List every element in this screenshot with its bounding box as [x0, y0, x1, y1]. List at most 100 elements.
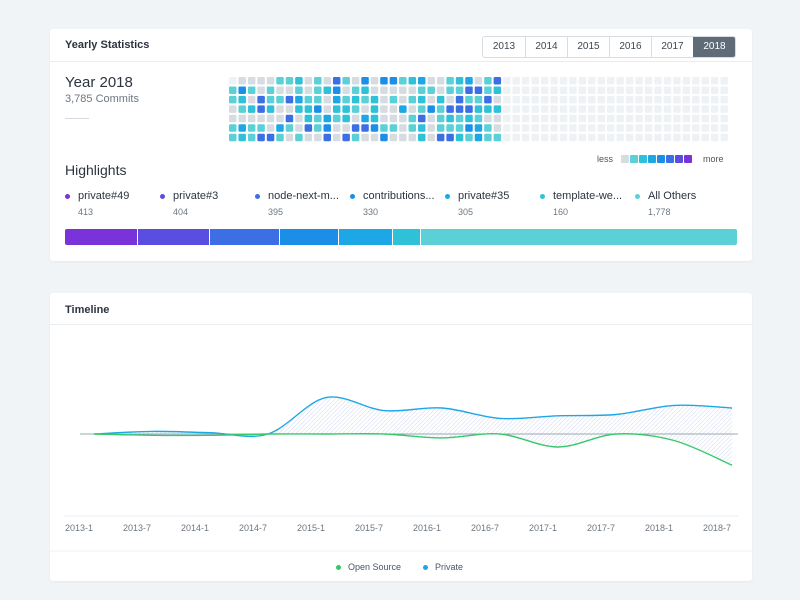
- heatmap-cell: [351, 114, 360, 123]
- series-area: [94, 396, 732, 466]
- heatmap-cell: [389, 105, 398, 113]
- heatmap-cell: [295, 77, 303, 85]
- repo-name: node-next-m...: [268, 190, 339, 202]
- heatmap-cell: [276, 124, 284, 132]
- heatmap-cell: [342, 86, 350, 94]
- heatmap-cell: [663, 105, 672, 113]
- heatmap-cell: [427, 105, 435, 113]
- heatmap-cell: [616, 133, 624, 142]
- heatmap-cell: [389, 133, 398, 142]
- heatmap-cell: [285, 86, 294, 94]
- heatmap-cell: [342, 133, 350, 142]
- heatmap-cell: [569, 105, 577, 113]
- highlights-title: Highlights: [65, 162, 127, 178]
- repo-color-dot: [540, 194, 545, 199]
- distribution-bar-segment: [392, 229, 422, 245]
- heatmap-cell: [361, 105, 369, 113]
- heatmap-cell: [673, 114, 681, 123]
- heatmap-cell: [276, 95, 284, 104]
- heatmap-cell: [446, 77, 454, 85]
- heatmap-cell: [304, 86, 313, 94]
- heatmap-cell: [229, 114, 237, 123]
- heatmap-cell: [351, 105, 360, 113]
- heatmap-cell: [484, 114, 492, 123]
- heatmap-cell: [720, 133, 728, 142]
- heatmap-cell: [701, 77, 709, 85]
- heatmap-cell: [484, 86, 492, 94]
- heatmap-cell: [540, 105, 549, 113]
- heatmap-cell: [540, 77, 549, 85]
- heatmap-cell: [370, 133, 379, 142]
- heatmap-cell: [521, 114, 530, 123]
- heatmap-cell: [644, 105, 653, 113]
- heatmap-cell: [635, 86, 643, 94]
- heatmap-cell: [285, 95, 294, 104]
- heatmap-cell: [521, 133, 530, 142]
- heatmap-cell: [616, 95, 624, 104]
- heatmap-cell: [418, 95, 426, 104]
- heatmap-cell: [710, 86, 719, 94]
- heatmap-cell: [314, 95, 322, 104]
- heatmap-cell: [625, 105, 634, 113]
- heatmap-cell: [503, 105, 511, 113]
- heatmap-cell: [408, 105, 417, 113]
- heatmap-cell: [512, 95, 520, 104]
- heatmap-cell: [654, 105, 662, 113]
- heatmap-cell: [247, 86, 256, 94]
- heatmap-cell: [436, 86, 445, 94]
- heatmap-cell: [276, 105, 284, 113]
- heatmap-cell: [474, 124, 483, 132]
- heatmap-cell: [285, 133, 294, 142]
- heatmap-cell: [540, 133, 549, 142]
- heatmap-cell: [323, 114, 331, 123]
- heatmap-cell: [342, 95, 350, 104]
- heatmap-cell: [229, 124, 237, 132]
- yearly-statistics-card: Yearly Statistics 2013 2014 2015 2016 20…: [50, 29, 752, 261]
- heatmap-cell: [493, 95, 502, 104]
- heatmap-cell: [644, 124, 653, 132]
- heatmap-cell: [569, 77, 577, 85]
- series-line-open-source: [93, 433, 733, 466]
- heatmap-cell: [229, 95, 237, 104]
- heatmap-cell: [578, 114, 587, 123]
- repo-name: contributions...: [363, 190, 435, 202]
- heatmap-cell: [597, 133, 606, 142]
- heatmap-cell: [644, 86, 653, 94]
- contribution-heatmap: [229, 77, 728, 142]
- heatmap-cell: [257, 95, 265, 104]
- heatmap-cell: [238, 114, 246, 123]
- heatmap-cell: [531, 86, 539, 94]
- heatmap-cell: [692, 133, 700, 142]
- heatmap-cell: [361, 86, 369, 94]
- heatmap-cell: [351, 95, 360, 104]
- heatmap-cell: [465, 77, 473, 85]
- heatmap-cell: [295, 95, 303, 104]
- heatmap-cell: [673, 105, 681, 113]
- heatmap-cell: [380, 105, 388, 113]
- legend-label: Open Source: [348, 562, 402, 572]
- heatmap-cell: [342, 114, 350, 123]
- heatmap-cell: [569, 133, 577, 142]
- heatmap-cell: [295, 105, 303, 113]
- heatmap-cell: [361, 124, 369, 132]
- legend-swatch: [666, 155, 674, 163]
- heatmap-cell: [229, 105, 237, 113]
- heatmap-cell: [304, 133, 313, 142]
- heatmap-cell: [569, 95, 577, 104]
- heatmap-cell: [351, 133, 360, 142]
- heatmap-cell: [635, 133, 643, 142]
- heatmap-cell: [314, 86, 322, 94]
- heatmap-cell: [418, 133, 426, 142]
- heatmap-cell: [304, 114, 313, 123]
- distribution-bar-segment: [338, 229, 393, 245]
- heatmap-cell: [550, 77, 558, 85]
- heatmap-cell: [597, 86, 606, 94]
- heatmap-cell: [710, 133, 719, 142]
- repo-name: private#49: [78, 190, 130, 202]
- heatmap-cell: [418, 77, 426, 85]
- heatmap-cell: [559, 114, 568, 123]
- heatmap-cell: [654, 124, 662, 132]
- heatmap-cell: [257, 124, 265, 132]
- heatmap-cell: [625, 124, 634, 132]
- heatmap-cell: [257, 133, 265, 142]
